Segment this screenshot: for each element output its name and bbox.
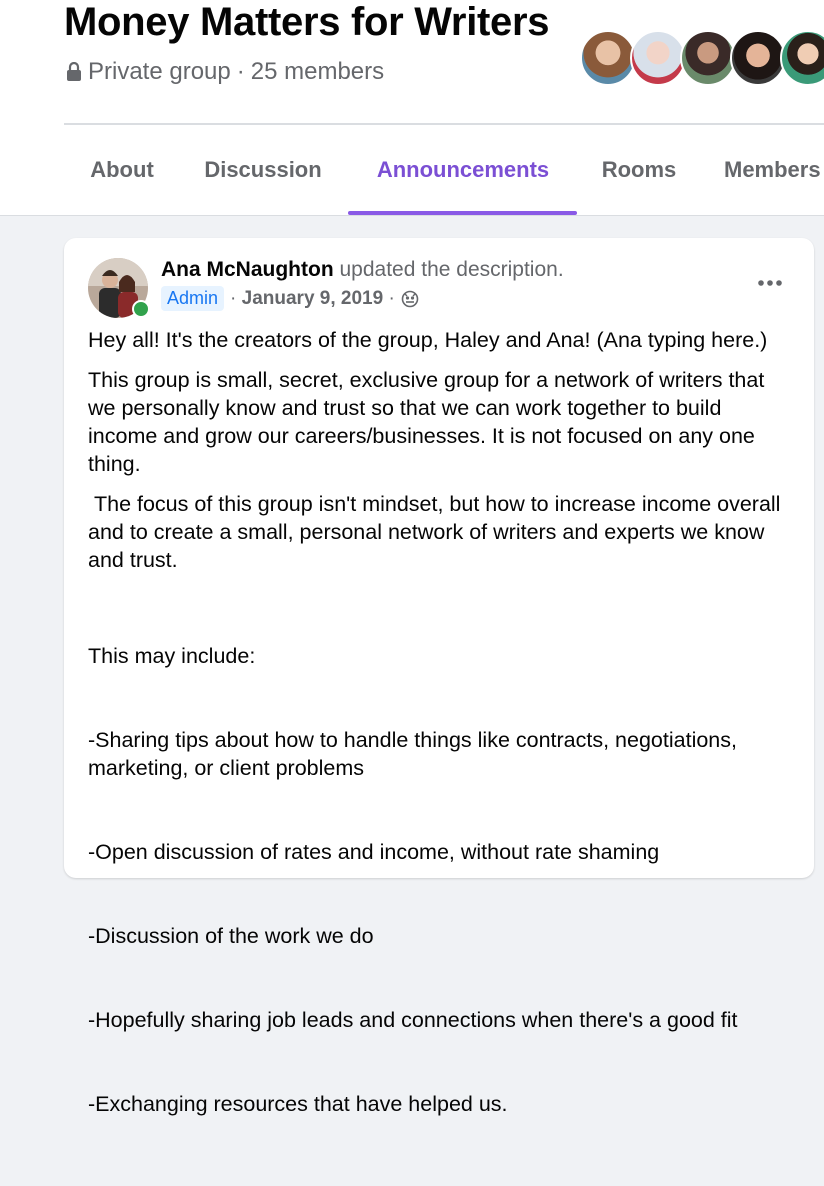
tab-announcements[interactable]: Announcements xyxy=(348,134,578,212)
member-avatar[interactable] xyxy=(580,30,636,86)
admin-badge: Admin xyxy=(161,286,225,311)
group-header: Money Matters for Writers Private group … xyxy=(0,0,824,216)
meta-separator: · xyxy=(236,58,245,85)
member-avatar[interactable] xyxy=(680,30,736,86)
post-date[interactable]: January 9, 2019 xyxy=(242,288,384,310)
lock-icon xyxy=(67,62,81,81)
member-avatar[interactable] xyxy=(780,30,824,86)
post-paragraph: Hey all! It's the creators of the group,… xyxy=(88,328,768,352)
member-avatar[interactable] xyxy=(730,30,786,86)
post-paragraph: This group is small, secret, exclusive g… xyxy=(88,368,771,476)
member-count[interactable]: 25 members xyxy=(251,58,384,86)
list-item: -Sharing tips about how to handle things… xyxy=(88,728,743,780)
post-meta: Admin · January 9, 2019 · xyxy=(161,286,419,311)
post-action: updated the description. xyxy=(339,258,564,281)
more-horizontal-icon xyxy=(758,280,782,286)
active-tab-indicator xyxy=(348,211,577,215)
tab-about[interactable]: About xyxy=(64,134,180,212)
post-body: Hey all! It's the creators of the group,… xyxy=(88,326,793,1186)
group-tabs: About Discussion Announcements Rooms Mem… xyxy=(64,134,824,215)
privacy-label: Private group xyxy=(88,58,231,85)
list-item: -Hopefully sharing job leads and connect… xyxy=(88,1008,738,1032)
author-name[interactable]: Ana McNaughton xyxy=(161,258,334,281)
group-title[interactable]: Money Matters for Writers xyxy=(64,0,550,48)
list-item: -Open discussion of rates and income, wi… xyxy=(88,840,660,864)
meta-dot: · xyxy=(388,287,395,309)
member-avatar[interactable] xyxy=(630,30,686,86)
meta-dot: · xyxy=(230,287,237,309)
tab-discussion[interactable]: Discussion xyxy=(186,134,340,212)
list-item: -Discussion of the work we do xyxy=(88,924,374,948)
list-intro: This may include: xyxy=(88,644,256,668)
tab-rooms[interactable]: Rooms xyxy=(588,134,690,212)
post-header: Ana McNaughton updated the description. xyxy=(161,258,564,282)
more-options-button[interactable] xyxy=(750,270,790,296)
post-list: This may include: -Sharing tips about ho… xyxy=(88,586,793,1174)
post-paragraph: The focus of this group isn't mindset, b… xyxy=(88,492,787,572)
online-status-dot xyxy=(132,300,150,318)
list-item: -Exchanging resources that have helped u… xyxy=(88,1092,508,1116)
globe-icon[interactable] xyxy=(401,290,419,308)
announcement-post: Ana McNaughton updated the description. … xyxy=(64,238,814,1116)
header-divider xyxy=(64,123,824,125)
member-avatars[interactable] xyxy=(580,30,824,86)
tab-members[interactable]: Members xyxy=(724,134,824,212)
group-meta: Private group · 25 members xyxy=(66,58,384,86)
